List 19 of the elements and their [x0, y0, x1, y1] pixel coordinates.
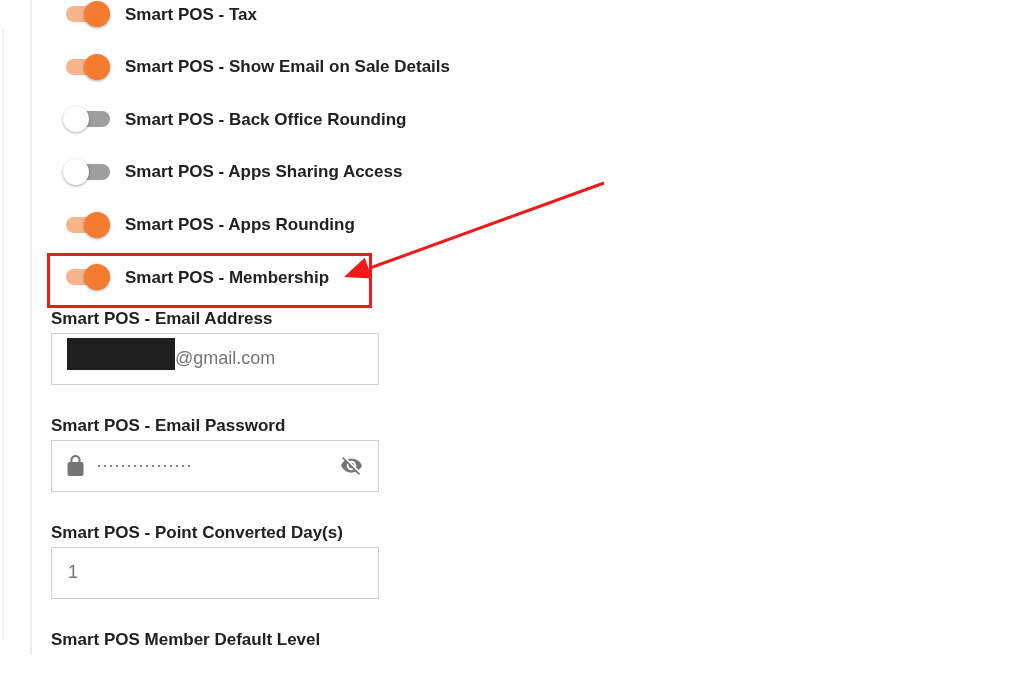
field-label: Smart POS - Email Password [51, 415, 286, 436]
field-label: Smart POS - Point Converted Day(s) [51, 522, 343, 543]
password-dots: ················ [96, 454, 192, 478]
setting-label: Smart POS - Apps Rounding [125, 213, 355, 236]
toggle-switch[interactable] [63, 159, 110, 186]
field-label: Smart POS - Email Address [51, 308, 273, 329]
email-field[interactable]: @gmail.com [51, 332, 379, 385]
toggle-switch[interactable] [63, 106, 110, 133]
setting-label: Smart POS - Tax [125, 3, 257, 26]
field-label: Smart POS Member Default Level [51, 629, 321, 650]
setting-label: Smart POS - Apps Sharing Access [125, 161, 403, 184]
password-field[interactable]: ················ [51, 439, 379, 492]
setting-label: Smart POS - Back Office Rounding [125, 108, 407, 131]
field-value: @gmail.com [175, 347, 276, 371]
number-input[interactable]: 1 [51, 546, 379, 599]
lock-icon [67, 455, 84, 477]
setting-label: Smart POS - Show Email on Sale Details [125, 56, 450, 79]
eye-slash-icon[interactable] [341, 456, 362, 475]
setting-label: Smart POS - Membership [125, 266, 330, 289]
